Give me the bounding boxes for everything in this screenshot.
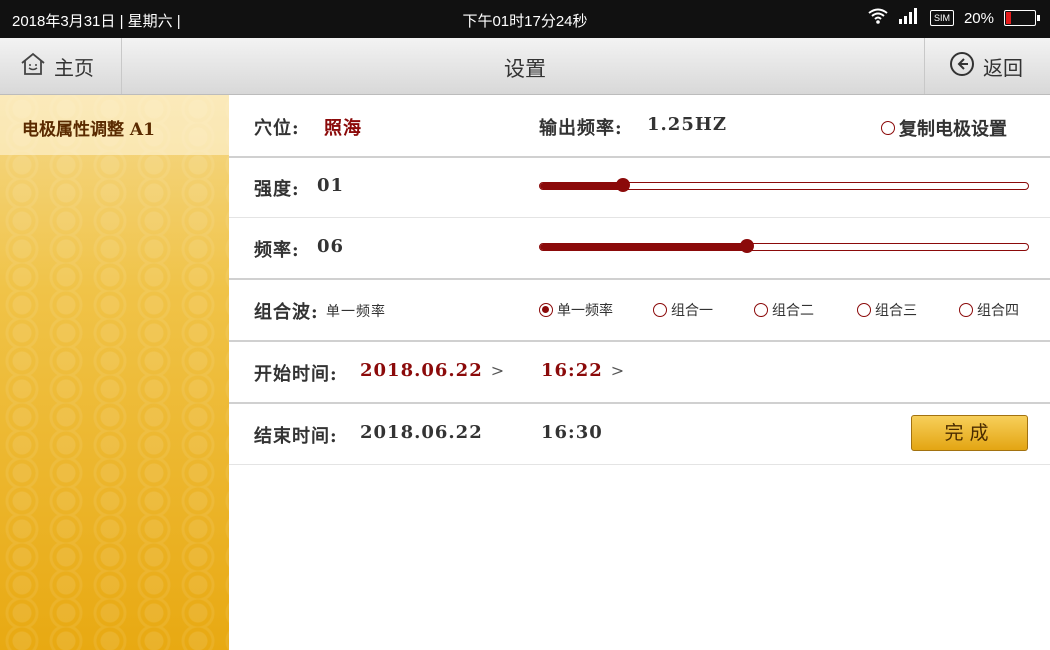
back-button[interactable]: 返回 — [924, 38, 1050, 94]
combo-wave-row: 组合波: 单一频率 单一频率 组合一 组合二 组合三 组合四 — [229, 279, 1050, 342]
combo-option-3[interactable]: 组合三 — [857, 300, 917, 320]
top-bar: 主页 设置 返回 — [0, 38, 1050, 95]
frequency-slider-fill — [540, 244, 748, 250]
combo-radio-1[interactable] — [653, 303, 667, 317]
combo-radio-3[interactable] — [857, 303, 871, 317]
end-date-value: 2018.06.22 — [360, 422, 483, 443]
copy-electrode-radio[interactable] — [881, 121, 895, 135]
home-icon — [20, 52, 46, 81]
combo-option-label: 单一频率 — [557, 303, 613, 319]
signal-icon — [898, 8, 920, 28]
back-arrow-icon — [949, 51, 975, 82]
combo-wave-value: 单一频率 — [326, 304, 386, 320]
output-frequency-label: 输出频率: — [539, 118, 623, 139]
intensity-slider[interactable] — [539, 178, 1029, 192]
home-label: 主页 — [54, 55, 94, 80]
frequency-label: 频率: — [254, 240, 300, 261]
combo-radio-4[interactable] — [959, 303, 973, 317]
output-frequency-value: 1.25HZ — [647, 114, 727, 135]
acupoint-row: 穴位: 照海 输出频率: 1.25HZ 复制电极设置 — [229, 95, 1050, 158]
start-time-label: 开始时间: — [254, 364, 338, 385]
settings-panel: 穴位: 照海 输出频率: 1.25HZ 复制电极设置 强度: 01 频率: 06… — [229, 95, 1050, 650]
chevron-right-icon: > — [610, 361, 626, 380]
page-title: 设置 — [504, 57, 546, 81]
intensity-row: 强度: 01 — [229, 156, 1050, 218]
acupoint-value: 照海 — [324, 118, 362, 139]
end-time-label: 结束时间: — [254, 426, 338, 447]
frequency-slider[interactable] — [539, 239, 1029, 253]
combo-option-label: 组合四 — [977, 303, 1019, 319]
sim-icon: SIM — [929, 10, 954, 26]
copy-electrode-option[interactable]: 复制电极设置 — [881, 115, 1007, 141]
battery-level — [1006, 12, 1011, 24]
combo-radio-single[interactable] — [539, 303, 553, 317]
combo-radio-2[interactable] — [754, 303, 768, 317]
combo-option-single[interactable]: 单一频率 — [539, 300, 613, 320]
sidebar-item-electrode-a1[interactable]: 电极属性调整 A1 — [0, 95, 229, 155]
status-icons: SIM 20% — [868, 8, 1040, 28]
end-time-row: 结束时间: 2018.06.22 16:30 完成 — [229, 403, 1050, 465]
intensity-slider-thumb[interactable] — [615, 178, 630, 192]
combo-wave-label: 组合波: — [254, 302, 319, 323]
start-time-row: 开始时间: 2018.06.22 > 16:22 > — [229, 341, 1050, 404]
status-bar: 2018年3月31日 | 星期六 | 下午01时17分24秒 SIM 20% — [0, 0, 1050, 38]
combo-option-1[interactable]: 组合一 — [653, 300, 713, 320]
acupoint-label: 穴位: — [254, 118, 300, 139]
start-time-picker[interactable]: 16:22 > — [541, 360, 625, 381]
frequency-slider-thumb[interactable] — [740, 239, 755, 253]
battery-percent: 20% — [963, 9, 994, 27]
start-time-value: 16:22 — [541, 360, 603, 381]
chevron-right-icon: > — [490, 361, 506, 380]
wifi-icon — [868, 8, 888, 28]
back-label: 返回 — [983, 55, 1023, 80]
start-date-picker[interactable]: 2018.06.22 > — [360, 360, 505, 381]
done-button[interactable]: 完成 — [911, 415, 1028, 451]
frequency-value: 06 — [317, 236, 345, 257]
battery-icon — [1004, 10, 1040, 26]
combo-option-label: 组合一 — [671, 303, 713, 319]
start-date-value: 2018.06.22 — [360, 360, 483, 381]
intensity-label: 强度: — [254, 179, 300, 200]
end-time-value: 16:30 — [541, 422, 603, 443]
combo-option-2[interactable]: 组合二 — [754, 300, 814, 320]
intensity-slider-fill — [540, 183, 623, 189]
intensity-value: 01 — [317, 175, 345, 196]
copy-electrode-label: 复制电极设置 — [899, 119, 1007, 140]
frequency-row: 频率: 06 — [229, 217, 1050, 280]
sidebar: 电极属性调整 A1 — [0, 95, 229, 650]
combo-option-4[interactable]: 组合四 — [959, 300, 1019, 320]
home-button[interactable]: 主页 — [0, 38, 122, 94]
combo-option-label: 组合二 — [772, 303, 814, 319]
combo-option-label: 组合三 — [875, 303, 917, 319]
